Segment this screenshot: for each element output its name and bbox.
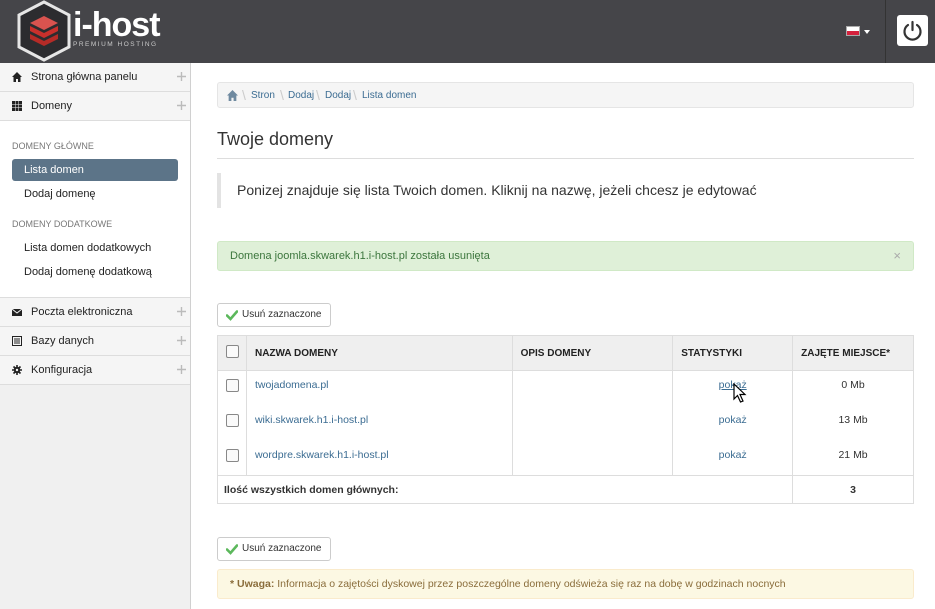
sidebar-item-dodaj-domene-dodatkowa[interactable]: Dodaj domenę dodatkową [12,261,178,283]
domains-table: NAZWA DOMENY OPIS DOMENY STATYSTYKI ZAJĘ… [216,335,914,504]
disk-usage: 13 Mb [792,405,914,441]
column-header[interactable]: NAZWA DOMENY [245,335,513,371]
power-icon [903,20,922,41]
domain-description [511,440,674,476]
sidebar-item-label: Bazy danych [31,335,94,347]
success-alert-text: Domena joomla.skwarek.h1.i-host.pl zosta… [230,250,490,262]
domain-name-link[interactable]: twojadomena.pl [245,370,513,406]
top-header: i-host PREMIUM HOSTING [0,0,935,63]
button-label: Usuń zaznaczone [242,309,322,320]
table-row: twojadomena.pl pokaż 0 Mb [217,370,914,406]
warning-alert: * Uwaga: Informacja o zajętości dyskowej… [217,569,914,599]
sidebar: Strona główna panelu Domeny DOMENY GŁÓWN… [0,63,191,609]
sidebar-item-poczta[interactable]: Poczta elektroniczna [0,298,190,327]
total-count: 3 [792,475,914,504]
sidebar-item-lista-domen-dodatkowych[interactable]: Lista domen dodatkowych [12,237,178,259]
sidebar-item-domeny[interactable]: Domeny [0,92,190,121]
row-checkbox-cell [217,405,247,441]
table-row: wiki.skwarek.h1.i-host.pl pokaż 13 Mb [217,405,914,441]
disk-usage: 21 Mb [792,440,914,476]
breadcrumb-item[interactable]: Stron [251,90,275,101]
warning-prefix: * Uwaga: [230,578,275,590]
domain-name-link[interactable]: wiki.skwarek.h1.i-host.pl [245,405,513,441]
breadcrumb-separator: \ [242,87,246,103]
home-icon[interactable] [227,90,238,101]
column-header[interactable]: ZAJĘTE MIEJSCE* [792,335,914,371]
logo-tagline: PREMIUM HOSTING [73,41,158,48]
sidebar-item-label: Poczta elektroniczna [31,306,133,318]
breadcrumb-item[interactable]: Lista domen [362,90,416,101]
checkmark-icon [226,310,238,321]
stats-link[interactable]: pokaż [672,440,794,476]
logo-text: i-host [73,6,161,44]
expand-icon[interactable] [177,336,186,345]
close-icon[interactable]: × [893,242,901,270]
row-checkbox-cell [217,440,247,476]
domain-description [511,405,674,441]
button-label: Usuń zaznaczone [242,543,322,554]
breadcrumb-separator: \ [316,87,320,103]
row-checkbox[interactable] [226,413,239,427]
page-title: Twoje domeny [217,129,334,149]
delete-selected-button[interactable]: Usuń zaznaczone [217,303,331,327]
row-checkbox[interactable] [226,448,239,462]
domeny-submenu: DOMENY GŁÓWNE Lista domen Dodaj domenę D… [0,121,190,298]
sidebar-item-konfiguracja[interactable]: Konfiguracja [0,356,190,385]
submenu-heading: DOMENY DODATKOWE [12,219,113,229]
submenu-heading: DOMENY GŁÓWNE [12,141,94,151]
breadcrumb-separator: \ [353,87,357,103]
sidebar-item-lista-domen[interactable]: Lista domen [12,159,178,181]
checkmark-icon [226,544,238,555]
total-label: Ilość wszystkich domen głównych: [216,475,794,504]
sidebar-item-dodaj-domene[interactable]: Dodaj domenę [12,183,178,205]
sidebar-item-label: Konfiguracja [31,364,93,376]
intro-text: Ponizej znajduje się lista Twoich domen.… [217,173,914,208]
breadcrumb-item[interactable]: Dodaj [325,90,351,101]
mouse-cursor-icon [733,383,747,403]
logo-icon[interactable] [14,0,74,62]
poland-flag-icon [846,26,860,36]
column-header[interactable]: STATYSTYKI [672,335,794,371]
expand-icon[interactable] [177,72,186,81]
divider [217,158,914,159]
row-checkbox-cell [217,370,247,406]
breadcrumb: \ Stron \ Dodaj \ Dodaj \ Lista domen [217,82,914,108]
expand-icon[interactable] [177,101,186,110]
stats-link[interactable]: pokaż [672,405,794,441]
row-checkbox[interactable] [226,379,239,392]
gear-icon [12,365,22,375]
envelope-icon [12,308,22,316]
home-icon [12,72,22,82]
success-alert: Domena joomla.skwarek.h1.i-host.pl zosta… [217,241,914,271]
sidebar-item-label: Strona główna panelu [31,71,138,83]
sidebar-item-bazy-danych[interactable]: Bazy danych [0,327,190,356]
disk-usage: 0 Mb [792,370,914,406]
select-all-cell [217,335,247,371]
warning-text: Informacja o zajętości dyskowej przez po… [277,578,786,590]
expand-icon[interactable] [177,307,186,316]
language-dropdown[interactable] [846,24,874,38]
breadcrumb-item[interactable]: Dodaj [288,90,314,101]
logout-button[interactable] [897,15,928,46]
chevron-down-icon [864,30,870,34]
sidebar-item-home[interactable]: Strona główna panelu [0,63,190,92]
domain-name-link[interactable]: wordpre.skwarek.h1.i-host.pl [245,440,513,476]
table-row: wordpre.skwarek.h1.i-host.pl pokaż 21 Mb [217,440,914,476]
grid-icon [12,101,22,111]
breadcrumb-separator: \ [280,87,284,103]
expand-icon[interactable] [177,365,186,374]
sidebar-item-label: Domeny [31,100,72,112]
delete-selected-button-bottom[interactable]: Usuń zaznaczone [217,537,331,561]
logout-area [885,0,935,63]
select-all-checkbox[interactable] [226,345,239,358]
table-footer-row: Ilość wszystkich domen głównych: 3 [216,475,914,504]
domain-description [511,370,674,406]
list-icon [12,336,22,346]
column-header[interactable]: OPIS DOMENY [511,335,674,371]
